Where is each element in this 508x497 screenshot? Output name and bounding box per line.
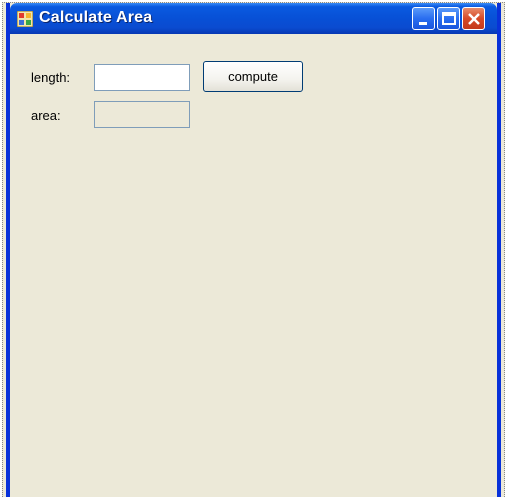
client-area: length: compute area: [10,34,497,497]
title-bar[interactable]: Calculate Area [10,3,497,34]
window-title: Calculate Area [39,9,153,26]
area-label: area: [31,108,61,123]
minimize-button[interactable] [412,7,435,30]
window-frame: Calculate Area length: compute area: [6,3,501,497]
length-input[interactable] [94,64,190,91]
app-icon [16,10,34,28]
maximize-button[interactable] [437,7,460,30]
length-label: length: [31,70,71,85]
area-output[interactable] [94,101,190,128]
app-window: Calculate Area length: compute area: [2,2,505,497]
close-button[interactable] [462,7,485,30]
compute-button[interactable]: compute [203,61,303,92]
